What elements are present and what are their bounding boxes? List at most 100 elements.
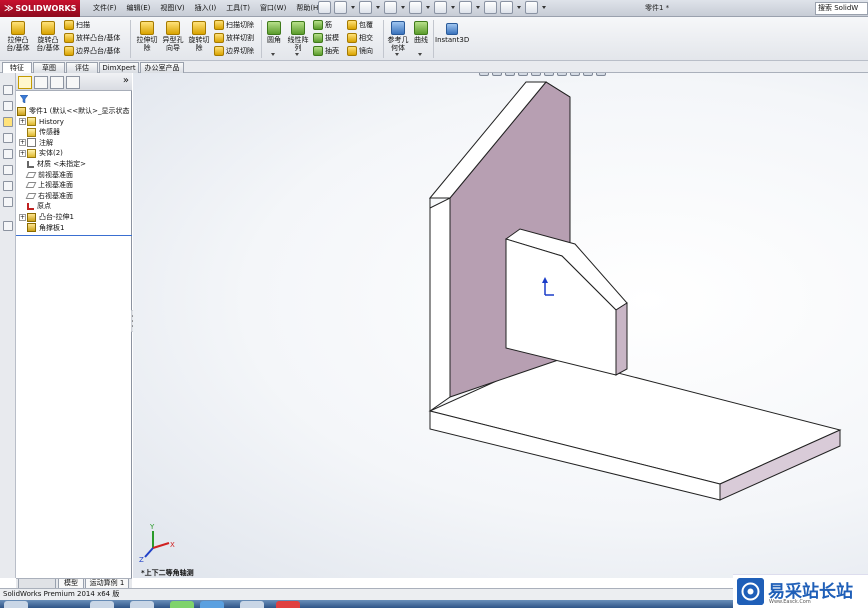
tab-evaluate[interactable]: 评估 [66,62,98,73]
fillet-button[interactable]: 圆角 [264,21,284,44]
property-manager-tab-icon[interactable] [34,76,48,89]
lofted-cut-button[interactable]: 放样切割 [214,32,254,44]
extrude-boss-button[interactable]: 拉伸凸 台/基体 [4,21,32,52]
tree-item[interactable]: + 实体(2) [19,148,63,159]
file-properties-icon[interactable] [500,1,513,14]
open-icon[interactable] [359,1,372,14]
boundary-cut-button[interactable]: 边界切除 [214,45,254,57]
taskbar-item[interactable] [130,601,154,608]
menu-insert[interactable]: 插入(I) [190,0,222,17]
new-document-icon[interactable] [334,1,347,14]
tab-sketch[interactable]: 草图 [33,62,65,73]
expand-toggle-icon[interactable]: + [19,139,26,147]
menu-tools[interactable]: 工具(T) [221,0,255,17]
tree-item[interactable]: 右视基准面 [19,191,73,202]
intersect-icon [347,33,357,43]
menu-window[interactable]: 窗口(W) [255,0,291,17]
draft-button[interactable]: 拔模 [313,32,339,44]
wrap-button[interactable]: 包覆 [347,19,373,31]
tree-item[interactable]: + 凸台-拉伸1 [19,212,74,223]
dimension-icon[interactable] [3,133,13,143]
tree-item[interactable]: 传感器 [19,127,60,138]
taskbar-item[interactable] [200,601,224,608]
sheet-icon[interactable] [3,85,13,95]
rib-button[interactable]: 筋 [313,19,332,31]
taskbar-item[interactable] [240,601,264,608]
sweep-button[interactable]: 扫描 [64,19,90,31]
save-icon[interactable] [384,1,397,14]
loft-button[interactable]: 放样凸台/基体 [64,32,120,44]
select-icon[interactable] [459,1,472,14]
print-icon[interactable] [409,1,422,14]
options-dropdown-icon[interactable] [541,1,547,14]
sketch-icon[interactable] [3,101,13,111]
revolve-boss-button[interactable]: 旋转凸 台/基体 [34,21,62,52]
taskbar-item[interactable] [170,601,194,608]
menu-view[interactable]: 视图(V) [155,0,189,17]
tree-item[interactable]: 零件1 (默认<<默认>_显示状态 [17,106,130,117]
solidworks-logo[interactable]: ≫ SOLIDWORKS [0,0,80,17]
mirror-button[interactable]: 镜向 [347,45,373,57]
configuration-manager-tab-icon[interactable] [50,76,64,89]
swept-cut-button[interactable]: 扫描切除 [214,19,254,31]
undo-dropdown-icon[interactable] [450,1,456,14]
file-properties-dropdown-icon[interactable] [516,1,522,14]
select-dropdown-icon[interactable] [475,1,481,14]
filter-icon[interactable] [20,95,28,103]
lofted-cut-icon [214,33,224,43]
more-tabs-icon[interactable]: » [123,74,129,88]
graphics-area[interactable]: Y X Z *上下二等角轴测 [133,73,868,578]
tree-item[interactable]: + 注解 [19,138,53,149]
pin-icon[interactable] [318,1,331,14]
weld-icon[interactable] [3,197,13,207]
tree-item[interactable]: 原点 [19,201,51,212]
display-manager-tab-icon[interactable] [66,76,80,89]
start-button[interactable] [4,601,28,608]
tree-item[interactable]: 前视基准面 [19,170,73,181]
menu-file[interactable]: 文件(F) [88,0,122,17]
folder-icon [27,148,36,158]
save-dropdown-icon[interactable] [400,1,406,14]
revolve-cut-button[interactable]: 旋转切 除 [186,21,212,52]
taskbar-item[interactable] [276,601,300,608]
tab-dimxpert[interactable]: DimXpert [99,62,139,73]
linear-pattern-dropdown-icon[interactable] [295,53,299,58]
curves-dropdown-icon[interactable] [418,53,422,58]
separator [433,20,434,58]
print-dropdown-icon[interactable] [425,1,431,14]
plane-icon[interactable] [3,165,13,175]
shell-button[interactable]: 抽壳 [313,45,339,57]
view-icon[interactable] [3,149,13,159]
table-icon[interactable] [3,221,13,231]
reference-geometry-dropdown-icon[interactable] [395,53,399,58]
layer-icon[interactable] [3,181,13,191]
hole-wizard-button[interactable]: 异型孔 向导 [160,21,186,52]
curves-button[interactable]: 曲线 [411,21,431,44]
new-dropdown-icon[interactable] [350,1,356,14]
instant3d-button[interactable]: Instant3D [435,23,469,44]
tree-item[interactable]: 角撑板1 [19,223,64,234]
part-icon[interactable] [3,117,13,127]
fillet-dropdown-icon[interactable] [271,53,275,58]
taskbar-item[interactable] [90,601,114,608]
feature-tree-tab-icon[interactable] [18,76,32,89]
menu-edit[interactable]: 编辑(E) [122,0,156,17]
extrude-cut-button[interactable]: 拉伸切 除 [134,21,160,52]
options-icon[interactable] [525,1,538,14]
search-input[interactable]: 搜索 SolidW [815,2,868,15]
open-dropdown-icon[interactable] [375,1,381,14]
linear-pattern-label: 线性阵 列 [287,36,309,52]
boundary-boss-button[interactable]: 边界凸台/基体 [64,45,120,57]
reference-geometry-button[interactable]: 参考几 何体 [386,21,410,52]
tree-item[interactable]: 材质 <未指定> [19,159,86,170]
linear-pattern-button[interactable]: 线性阵 列 [286,21,310,52]
intersect-button[interactable]: 相交 [347,32,373,44]
expand-toggle-icon[interactable]: + [19,118,26,126]
tab-office-products[interactable]: 办公室产品 [140,62,184,73]
expand-toggle-icon[interactable]: + [19,149,26,157]
expand-toggle-icon[interactable]: + [19,213,26,221]
tree-item[interactable]: 上视基准面 [19,180,73,191]
undo-icon[interactable] [434,1,447,14]
rebuild-icon[interactable] [484,1,497,14]
tree-item[interactable]: + History [19,117,64,128]
